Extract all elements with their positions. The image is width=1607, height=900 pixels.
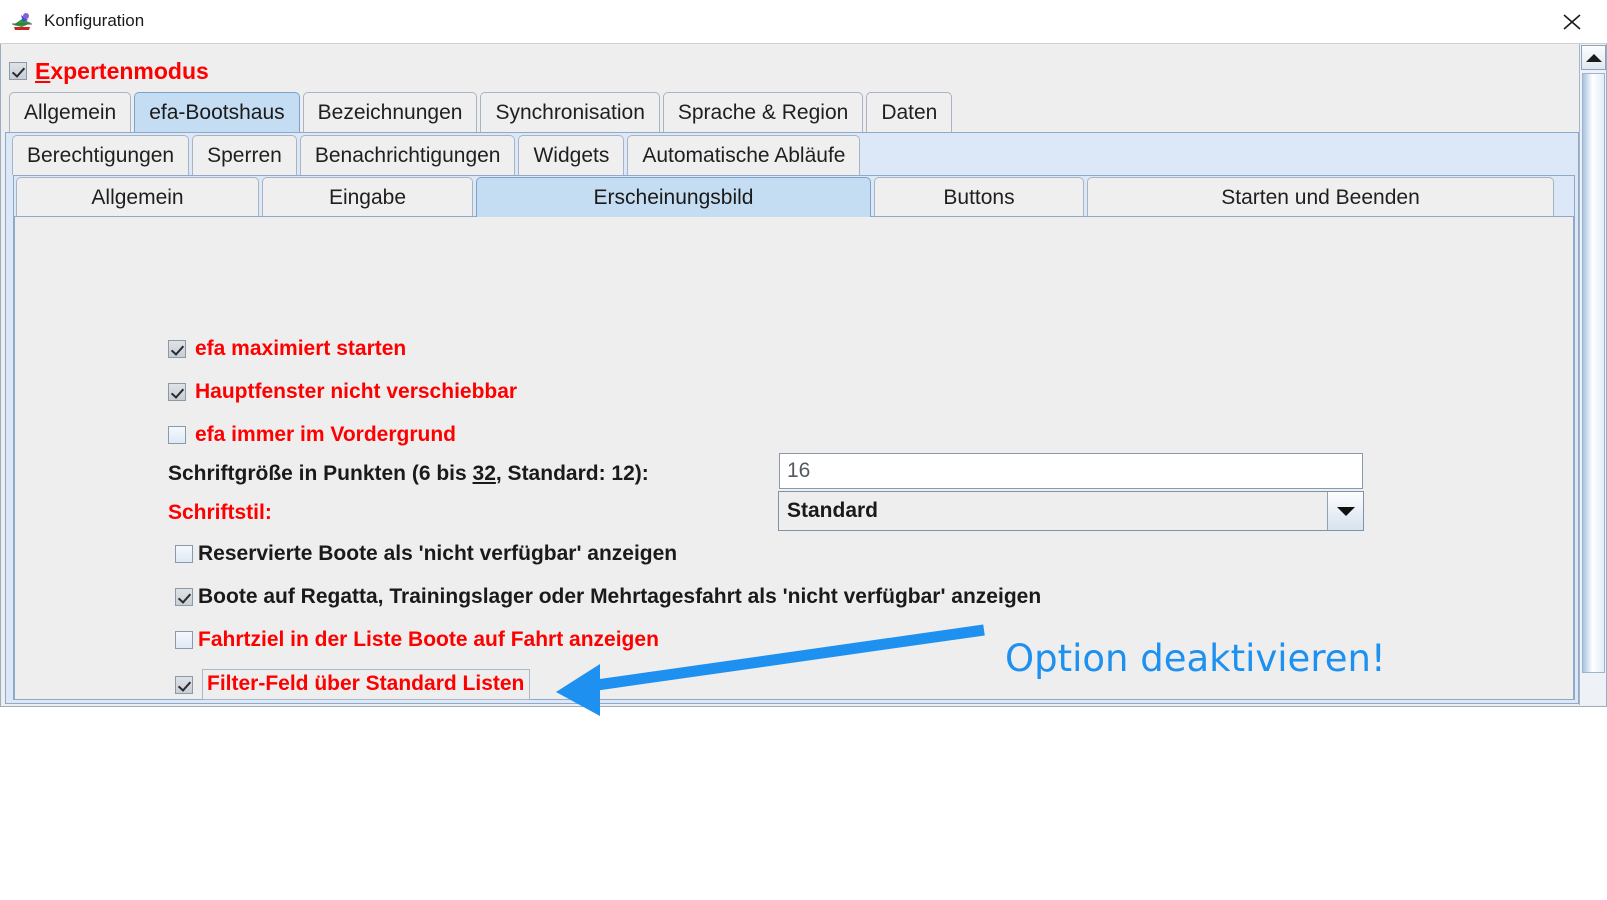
checkbox-label: Reservierte Boote als 'nicht verfügbar' … (198, 542, 677, 566)
scrollbar-thumb[interactable] (1582, 73, 1605, 673)
tab-label: Synchronisation (495, 101, 644, 125)
tab-eingabe[interactable]: Eingabe (262, 177, 473, 217)
tab-panel-level-2: Allgemein Eingabe Erscheinungsbild Butto… (13, 175, 1575, 700)
checkbox-row-boote-auf-regatta[interactable]: Boote auf Regatta, Trainingslager oder M… (175, 585, 1041, 609)
tab-sperren[interactable]: Sperren (192, 135, 297, 175)
tab-starten-und-beenden[interactable]: Starten und Beenden (1087, 177, 1554, 217)
scroll-up-icon[interactable] (1581, 45, 1606, 70)
tab-label: Erscheinungsbild (594, 186, 754, 210)
checkbox-label: Hauptfenster nicht verschiebbar (195, 380, 517, 404)
tab-panel-level-1: Berechtigungen Sperren Benachrichtigunge… (5, 132, 1579, 704)
checkbox-efa-immer-im-vordergrund[interactable] (168, 426, 186, 444)
expertenmodus-label-rest: xpertenmodus (50, 58, 208, 84)
vertical-scrollbar[interactable] (1579, 44, 1606, 705)
checkbox-efa-maximiert-starten[interactable] (168, 340, 186, 358)
fontsize-label: Schriftgröße in Punkten (6 bis 32, Stand… (168, 462, 649, 486)
title-bar: Konfiguration (0, 0, 1607, 44)
tab-label: Berechtigungen (27, 144, 174, 168)
fontsize-label-suffix: , Standard: 12): (496, 462, 649, 485)
window-title: Konfiguration (44, 11, 144, 31)
checkbox-boote-auf-regatta[interactable] (175, 588, 193, 606)
tab-benachrichtigungen[interactable]: Benachrichtigungen (300, 135, 516, 175)
checkbox-reservierte-boote[interactable] (175, 545, 193, 563)
fontsize-label-prefix: Schriftgröße in Punkten (6 bis (168, 462, 473, 485)
checkbox-hauptfenster-nicht-verschiebbar[interactable] (168, 383, 186, 401)
checkbox-row-hauptfenster-nicht-verschiebbar[interactable]: Hauptfenster nicht verschiebbar (168, 380, 517, 404)
tab-label: Sprache & Region (678, 101, 848, 125)
tab-label: Starten und Beenden (1221, 186, 1420, 210)
settings-form: efa maximiert starten Hauptfenster nicht… (15, 217, 1573, 699)
fontstyle-value: Standard (779, 492, 1327, 530)
fontstyle-combobox[interactable]: Standard (778, 491, 1364, 531)
checkbox-filter-feld[interactable] (175, 676, 193, 694)
tab-allgemein-top[interactable]: Allgemein (9, 92, 131, 132)
checkbox-label: efa immer im Vordergrund (195, 423, 456, 447)
close-button[interactable] (1551, 6, 1593, 38)
tab-buttons[interactable]: Buttons (874, 177, 1084, 217)
tab-label: Sperren (207, 144, 282, 168)
fontsize-input[interactable]: 16 (779, 453, 1363, 489)
checkbox-row-efa-maximiert-starten[interactable]: efa maximiert starten (168, 337, 406, 361)
configuration-window: Konfiguration Expertenmodus Allgemein ef… (0, 0, 1607, 900)
expertenmodus-label: Expertenmodus (35, 58, 209, 85)
tab-label: Benachrichtigungen (315, 144, 501, 168)
tab-erscheinungsbild[interactable]: Erscheinungsbild (476, 177, 871, 217)
tab-label: Widgets (533, 144, 609, 168)
tab-berechtigungen[interactable]: Berechtigungen (12, 135, 189, 175)
tab-row-1: Allgemein efa-Bootshaus Bezeichnungen Sy… (9, 92, 955, 132)
tab-allgemein-sub[interactable]: Allgemein (16, 177, 259, 217)
checkbox-label: Fahrtziel in der Liste Boote auf Fahrt a… (198, 628, 659, 652)
tab-widgets[interactable]: Widgets (518, 135, 624, 175)
tab-label: Bezeichnungen (318, 101, 463, 125)
tab-synchronisation[interactable]: Synchronisation (480, 92, 659, 132)
checkbox-label: Filter-Feld über Standard Listen (202, 669, 530, 700)
tab-row-2: Berechtigungen Sperren Benachrichtigunge… (12, 135, 863, 175)
tab-efa-bootshaus[interactable]: efa-Bootshaus (134, 92, 299, 132)
tab-label: efa-Bootshaus (149, 101, 284, 125)
checkbox-row-reservierte-boote[interactable]: Reservierte Boote als 'nicht verfügbar' … (175, 542, 677, 566)
fontsize-value: 16 (787, 459, 810, 483)
tab-label: Allgemein (24, 101, 116, 125)
checkbox-row-efa-immer-im-vordergrund[interactable]: efa immer im Vordergrund (168, 423, 456, 447)
checkbox-fahrtziel-liste[interactable] (175, 631, 193, 649)
tab-sprache-region[interactable]: Sprache & Region (663, 92, 863, 132)
tab-label: Automatische Abläufe (642, 144, 845, 168)
checkbox-label: efa maximiert starten (195, 337, 406, 361)
fontsize-label-mnemonic: 32 (473, 462, 496, 485)
efa-boat-icon (9, 9, 35, 35)
expertenmodus-checkbox-row[interactable]: Expertenmodus (9, 56, 209, 86)
fontstyle-label: Schriftstil: (168, 501, 272, 525)
tab-row-3: Allgemein Eingabe Erscheinungsbild Butto… (16, 177, 1557, 217)
tab-label: Buttons (943, 186, 1014, 210)
checkbox-row-filter-feld[interactable]: Filter-Feld über Standard Listen (175, 669, 530, 700)
tab-label: Daten (881, 101, 937, 125)
expertenmodus-mnemonic: E (35, 58, 50, 84)
tab-bezeichnungen[interactable]: Bezeichnungen (303, 92, 478, 132)
chevron-down-icon[interactable] (1327, 492, 1363, 530)
tab-label: Eingabe (329, 186, 406, 210)
tab-daten[interactable]: Daten (866, 92, 952, 132)
erscheinungsbild-content-panel: efa maximiert starten Hauptfenster nicht… (14, 216, 1574, 700)
tab-label: Allgemein (91, 186, 183, 210)
checkbox-row-fahrtziel-liste[interactable]: Fahrtziel in der Liste Boote auf Fahrt a… (175, 628, 659, 652)
window-body: Expertenmodus Allgemein efa-Bootshaus Be… (0, 44, 1607, 707)
checkbox-label: Boote auf Regatta, Trainingslager oder M… (198, 585, 1041, 609)
tab-automatische-ablaeufe[interactable]: Automatische Abläufe (627, 135, 860, 175)
expertenmodus-checkbox[interactable] (9, 62, 27, 80)
